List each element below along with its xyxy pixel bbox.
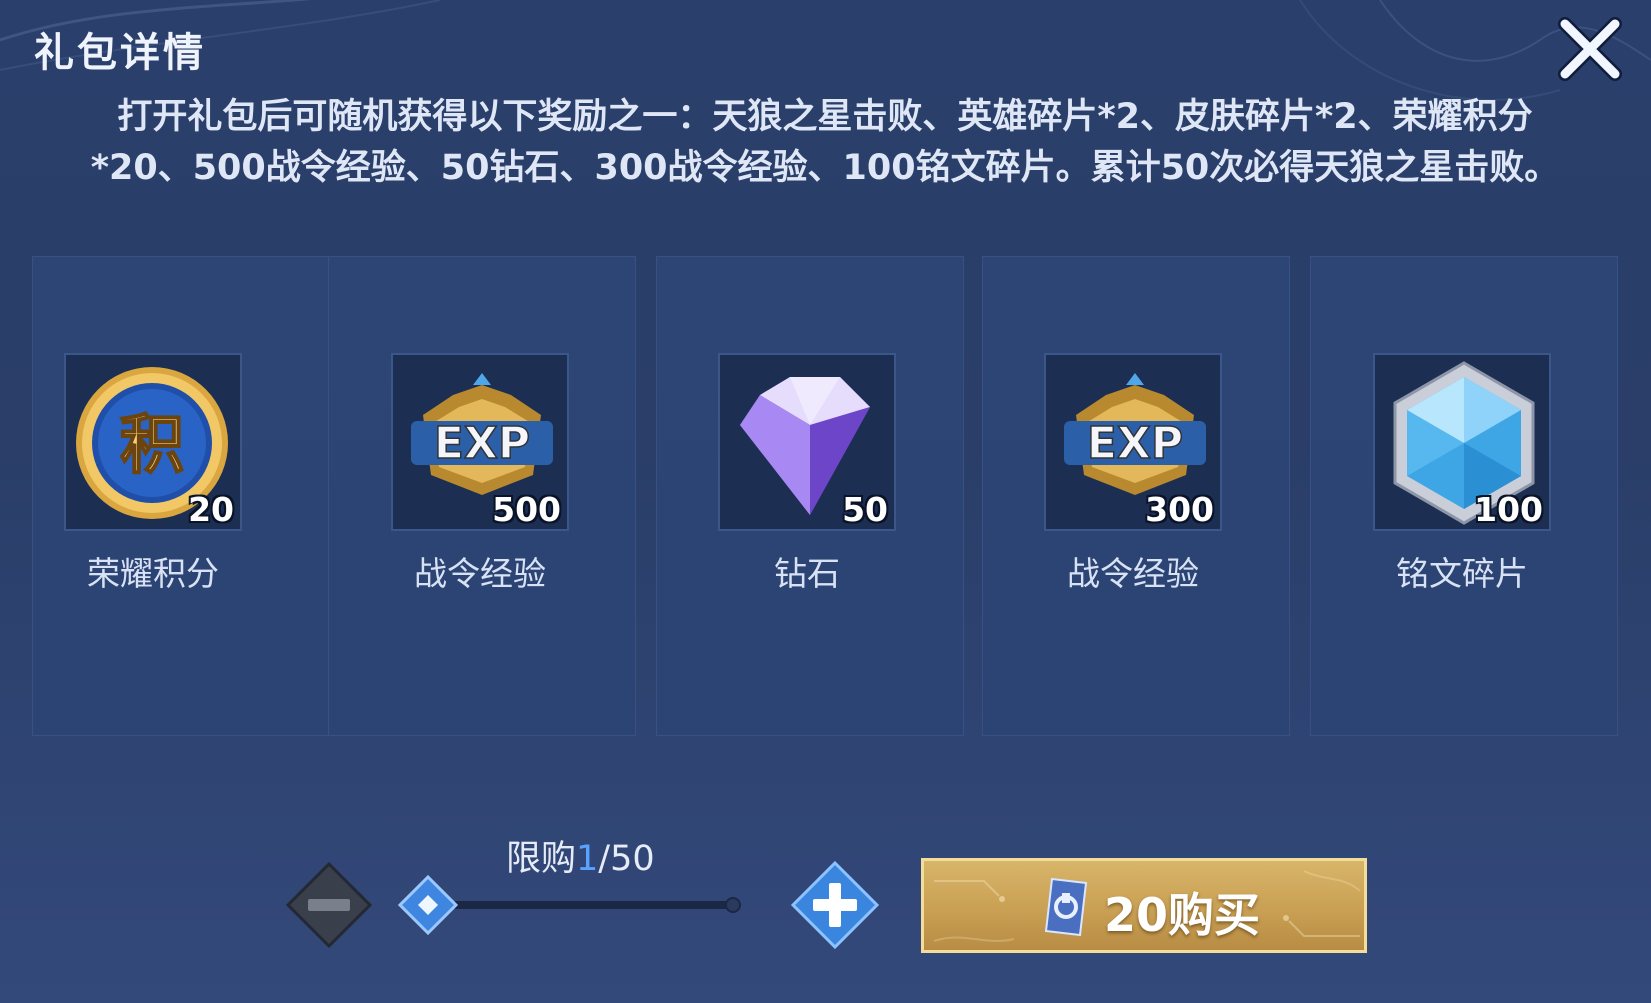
reward-icon-frame: 50 [718,353,896,531]
reward-description: 打开礼包后可随机获得以下奖励之一：天狼之星击败、英雄碎片*2、皮肤碎片*2、荣耀… [90,97,1560,188]
reward-icon-frame: EXP 500 [391,353,569,531]
buy-button[interactable]: 20购买 [921,858,1367,953]
reward-icon-frame: 积 20 [64,353,242,531]
buy-button-label: 20购买 [1104,888,1261,942]
purchase-max-count: /50 [598,839,655,879]
dialog-title: 礼包详情 [34,30,206,76]
purchase-current-count: 1 [576,839,599,879]
purchase-limit-label: 限购 [506,839,577,879]
coupon-icon [1044,877,1088,937]
gift-pack-dialog: 礼包详情 打开礼包后可随机获得以下奖励之一：天狼之星击败、英雄碎片*2、皮肤碎片… [0,0,1651,1003]
reward-icon-frame: 100 [1373,353,1551,531]
reward-icon-frame: EXP 300 [1044,353,1222,531]
reward-label: 荣耀积分 [87,554,219,593]
svg-text:EXP: EXP [1087,418,1183,469]
reward-quantity: 500 [492,490,561,529]
increase-quantity-button[interactable] [790,860,880,950]
svg-text:积: 积 [120,409,184,483]
reward-label: 铭文碎片 [1396,554,1528,593]
plus-icon [790,860,880,950]
reward-label: 钻石 [774,554,840,593]
slider-track [397,874,741,936]
reward-card-exp-500: EXP 500 战令经验 [328,256,636,736]
reward-card-exp-300: EXP 300 战令经验 [982,256,1290,736]
reward-list: 积 20 荣耀积分 EXP 500 战令经验 50 钻石 EXP 300 战令经… [32,256,1620,736]
reward-card-inscription: 100 铭文碎片 [1310,256,1618,736]
reward-quantity: 100 [1474,490,1543,529]
decrease-quantity-button[interactable] [284,860,374,950]
close-button[interactable] [1555,14,1625,84]
reward-quantity: 300 [1145,490,1214,529]
purchase-limit: 限购1/50 [506,830,655,881]
slider-handle[interactable] [397,874,459,936]
reward-quantity: 20 [188,490,234,529]
quantity-slider[interactable] [397,874,743,936]
minus-icon [285,861,373,949]
close-x-icon [1558,17,1622,81]
svg-text:EXP: EXP [434,418,530,469]
reward-card-honor-points: 积 20 荣耀积分 [32,256,340,736]
reward-quantity: 50 [842,490,888,529]
reward-label: 战令经验 [1067,554,1199,593]
reward-card-diamond: 50 钻石 [656,256,964,736]
reward-label: 战令经验 [414,554,546,593]
